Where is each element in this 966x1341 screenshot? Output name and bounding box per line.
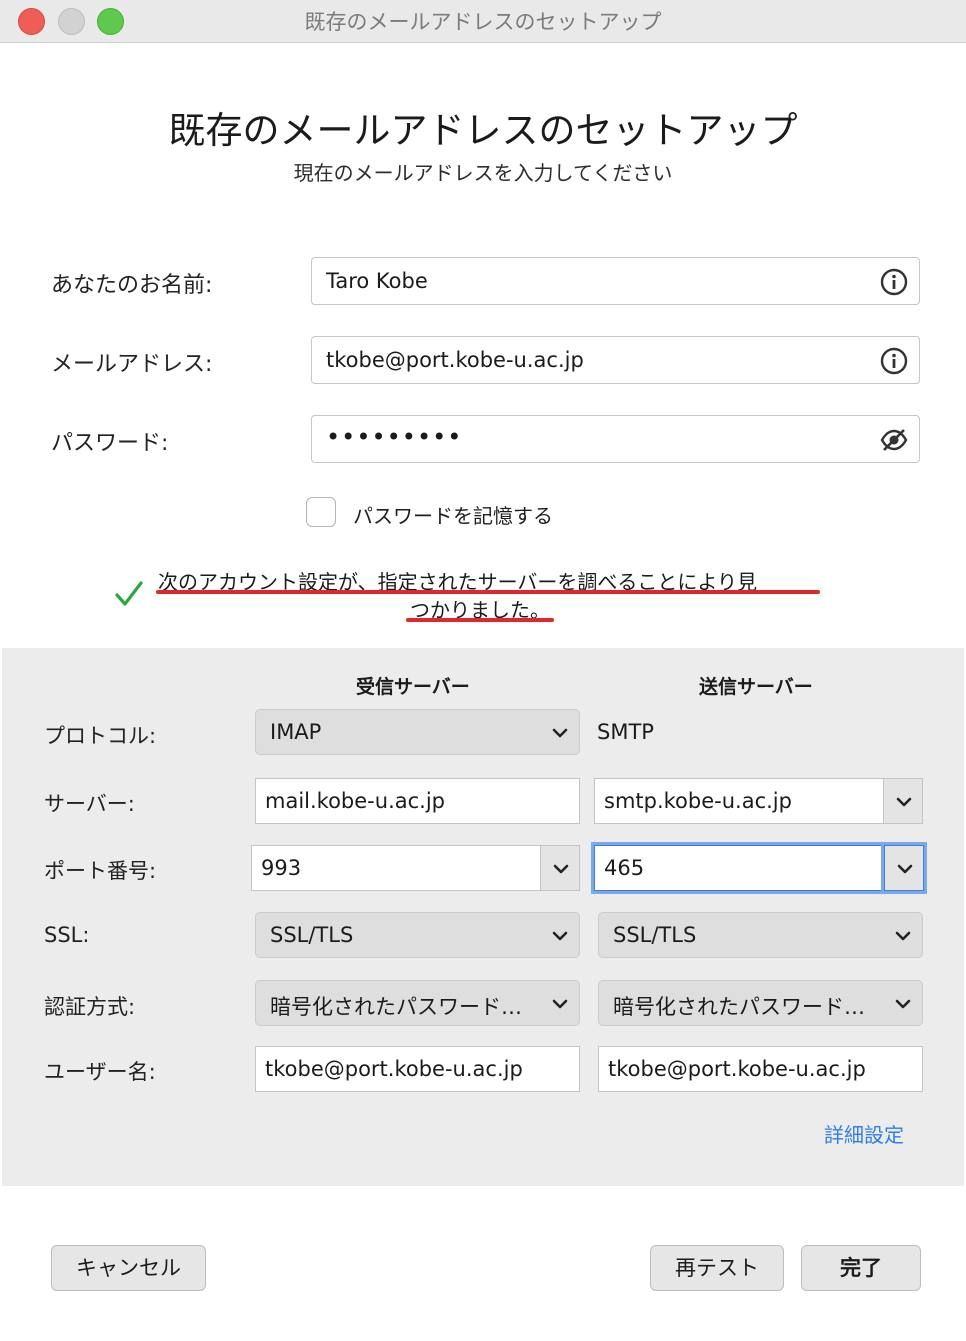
hide-password-icon[interactable]	[880, 426, 908, 454]
server-label: サーバー:	[44, 792, 135, 816]
name-label: あなたのお名前:	[51, 273, 213, 298]
port-label: ポート番号:	[44, 859, 157, 883]
chevron-down-icon	[552, 999, 568, 1009]
incoming-username-value: tkobe@port.kobe-u.ac.jp	[265, 1057, 523, 1081]
incoming-port-value: 993	[261, 856, 302, 880]
outgoing-auth-value: 暗号化されたパスワード…	[613, 995, 865, 1019]
incoming-username-input[interactable]: tkobe@port.kobe-u.ac.jp	[255, 1046, 580, 1092]
name-value: Taro Kobe	[326, 269, 428, 293]
outgoing-server-value: smtp.kobe-u.ac.jp	[604, 789, 792, 813]
name-field[interactable]: Taro Kobe	[311, 257, 920, 305]
page-subtitle: 現在のメールアドレスを入力してください	[293, 161, 673, 185]
info-icon[interactable]	[880, 347, 908, 375]
incoming-ssl-select[interactable]: SSL/TLS	[255, 912, 580, 958]
outgoing-port-dropdown-button[interactable]	[884, 845, 924, 891]
remember-password-label[interactable]: パスワードを記憶する	[353, 500, 553, 529]
email-value: tkobe@port.kobe-u.ac.jp	[326, 348, 584, 372]
incoming-server-value: mail.kobe-u.ac.jp	[265, 789, 445, 813]
chevron-down-icon	[553, 864, 569, 874]
auth-method-label: 認証方式:	[44, 995, 136, 1019]
protocol-label: プロトコル:	[44, 724, 157, 748]
email-label: メールアドレス:	[51, 352, 213, 377]
window-title: 既存のメールアドレスのセットアップ	[304, 10, 662, 34]
outgoing-server-header: 送信サーバー	[699, 676, 813, 698]
incoming-server-header: 受信サーバー	[356, 676, 470, 698]
page-title: 既存のメールアドレスのセットアップ	[168, 109, 798, 152]
chevron-down-icon	[897, 864, 913, 874]
chevron-down-icon	[552, 931, 568, 941]
outgoing-username-input[interactable]: tkobe@port.kobe-u.ac.jp	[598, 1046, 923, 1092]
chevron-down-icon	[896, 797, 912, 807]
outgoing-username-value: tkobe@port.kobe-u.ac.jp	[608, 1057, 866, 1081]
incoming-auth-value: 暗号化されたパスワード…	[270, 995, 522, 1019]
email-field[interactable]: tkobe@port.kobe-u.ac.jp	[311, 336, 920, 384]
window-titlebar: 既存のメールアドレスのセットアップ	[0, 0, 966, 43]
advanced-settings-link[interactable]: 詳細設定	[824, 1119, 904, 1148]
chevron-down-icon	[895, 999, 911, 1009]
chevron-down-icon	[552, 728, 568, 738]
password-value: •••••••••	[326, 423, 463, 451]
password-label: パスワード:	[51, 431, 169, 456]
password-field[interactable]: •••••••••	[311, 415, 920, 463]
incoming-ssl-value: SSL/TLS	[270, 923, 354, 947]
info-icon[interactable]	[880, 268, 908, 296]
ssl-label: SSL:	[44, 923, 90, 947]
incoming-port-dropdown-button[interactable]	[540, 845, 580, 891]
highlight-underline	[406, 618, 554, 622]
outgoing-port-value: 465	[604, 856, 645, 880]
cancel-button[interactable]: キャンセル	[51, 1245, 206, 1291]
incoming-protocol-value: IMAP	[270, 720, 322, 744]
retest-button[interactable]: 再テスト	[650, 1245, 784, 1291]
done-button[interactable]: 完了	[801, 1245, 921, 1291]
remember-password-checkbox[interactable]	[306, 497, 336, 527]
incoming-auth-select[interactable]: 暗号化されたパスワード…	[255, 980, 580, 1026]
outgoing-ssl-select[interactable]: SSL/TLS	[598, 912, 923, 958]
incoming-port-input[interactable]: 993	[251, 845, 541, 891]
highlight-underline	[156, 590, 820, 594]
outgoing-protocol-value: SMTP	[597, 720, 654, 744]
outgoing-port-input[interactable]: 465	[594, 845, 884, 891]
outgoing-server-input[interactable]: smtp.kobe-u.ac.jp	[594, 778, 884, 824]
outgoing-ssl-value: SSL/TLS	[613, 923, 697, 947]
checkmark-icon	[115, 581, 143, 606]
username-label: ユーザー名:	[44, 1060, 156, 1084]
outgoing-server-dropdown-button[interactable]	[883, 778, 923, 824]
incoming-server-input[interactable]: mail.kobe-u.ac.jp	[255, 778, 580, 824]
chevron-down-icon	[895, 931, 911, 941]
outgoing-auth-select[interactable]: 暗号化されたパスワード…	[598, 980, 923, 1026]
incoming-protocol-select[interactable]: IMAP	[255, 709, 580, 755]
